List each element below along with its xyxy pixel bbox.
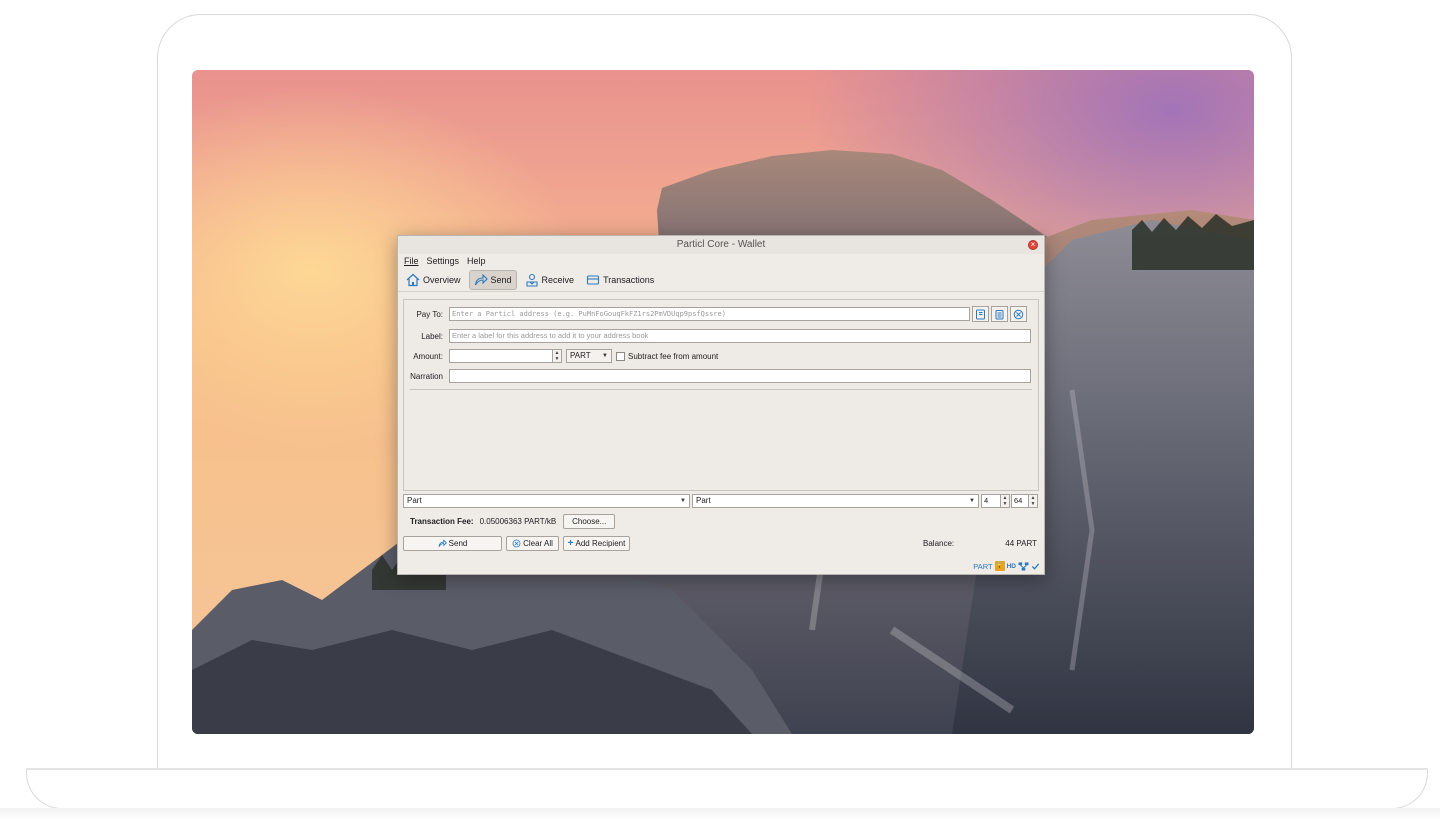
tab-transactions-label: Transactions <box>603 274 655 285</box>
hd-badge: HD <box>1006 562 1016 570</box>
tab-overview[interactable]: Overview <box>402 270 465 290</box>
remove-circle-icon <box>1013 309 1024 319</box>
from-type-select[interactable]: Part ▼ <box>403 494 690 508</box>
amount-label: Amount: <box>413 351 443 361</box>
add-recipient-button[interactable]: + Add Recipient <box>563 536 630 551</box>
chevron-down-icon: ▼ <box>680 498 686 504</box>
inputs-per-sig-input[interactable]: 64 <box>1011 494 1029 508</box>
send-button[interactable]: Send <box>403 536 502 551</box>
narration-label: Narration <box>410 371 443 381</box>
receive-icon <box>525 273 538 287</box>
tab-transactions[interactable]: Transactions <box>582 270 658 290</box>
home-icon <box>406 273 420 286</box>
status-bar: PART 🔒 HD <box>973 561 1040 571</box>
amount-input[interactable] <box>449 349 553 363</box>
status-unit[interactable]: PART <box>973 562 992 571</box>
chevron-down-icon: ▼ <box>602 353 608 359</box>
amount-row: Amount: ▲ ▼ PART ▼ Subtract fee from amou… <box>404 348 718 364</box>
laptop-hinge <box>26 768 1428 770</box>
ring-size-spinner[interactable]: ▲ ▼ <box>1001 494 1010 508</box>
remove-recipient-button[interactable] <box>1010 306 1027 322</box>
close-button[interactable]: × <box>1028 240 1038 250</box>
choose-fee-button[interactable]: Choose... <box>563 513 616 529</box>
menu-help[interactable]: Help <box>467 256 486 266</box>
unit-select-value: PART <box>570 351 591 360</box>
tab-receive-label: Receive <box>541 274 575 285</box>
label-label: Label: <box>421 331 443 341</box>
action-row: Send Clear All + Add Recipient Balance: … <box>403 535 1039 552</box>
entry-divider <box>410 389 1032 390</box>
floor-shadow <box>0 808 1440 821</box>
wallet-window: Particl Core - Wallet × File Settings He… <box>397 235 1045 575</box>
amount-spinner[interactable]: ▲ ▼ <box>553 349 562 363</box>
main-toolbar: Overview Send Receive Transactions <box>398 268 1044 292</box>
narration-row: Narration <box>404 368 1031 384</box>
lock-icon[interactable]: 🔒 <box>994 561 1005 571</box>
address-book-button[interactable] <box>972 306 989 322</box>
window-title: Particl Core - Wallet <box>676 239 766 250</box>
from-type-value: Part <box>407 496 422 505</box>
choose-fee-label: Choose... <box>572 516 607 526</box>
plus-icon: + <box>567 538 574 549</box>
menu-bar: File Settings Help <box>398 254 1044 268</box>
menu-file[interactable]: File <box>404 256 419 266</box>
card-icon <box>587 274 600 285</box>
fee-value: 0.05006363 PART/kB <box>479 516 557 526</box>
type-selector-strip: Part ▼ Part ▼ 4 ▲ ▼ 64 ▲ ▼ <box>403 494 1039 509</box>
clear-all-label: Clear All <box>523 539 553 548</box>
subtract-fee-checkbox[interactable] <box>616 351 625 361</box>
unit-select[interactable]: PART ▼ <box>566 349 612 363</box>
subtract-fee-label: Subtract fee from amount <box>628 351 719 361</box>
tab-send-label: Send <box>490 274 512 285</box>
fee-row: Transaction Fee: 0.05006363 PART/kB Choo… <box>403 511 1039 531</box>
laptop-mockup: Particl Core - Wallet × File Settings He… <box>0 0 1440 821</box>
pay-to-input[interactable]: Enter a Particl address (e.g. PuMnFoGouq… <box>449 307 970 321</box>
narration-input[interactable] <box>449 369 1031 383</box>
address-book-icon <box>976 309 985 319</box>
send-button-label: Send <box>448 539 468 548</box>
label-input[interactable]: Enter a label for this address to add it… <box>449 329 1031 343</box>
balance-value: 44 PART <box>1005 539 1037 548</box>
ring-size-input[interactable]: 4 <box>981 494 1001 508</box>
laptop-base <box>26 769 1428 809</box>
paste-button[interactable] <box>991 306 1008 322</box>
tab-receive[interactable]: Receive <box>521 270 579 290</box>
chevron-down-icon: ▼ <box>969 498 975 504</box>
send-arrow-icon <box>474 273 488 285</box>
network-icon[interactable] <box>1018 561 1029 571</box>
send-arrow-icon <box>438 539 447 547</box>
title-bar[interactable]: Particl Core - Wallet × <box>398 236 1044 254</box>
fee-label: Transaction Fee: <box>410 516 474 526</box>
add-recipient-label: Add Recipient <box>575 539 626 548</box>
tab-send[interactable]: Send <box>468 269 517 290</box>
inputs-per-sig-spinner[interactable]: ▲ ▼ <box>1029 494 1038 508</box>
to-type-value: Part <box>696 496 711 505</box>
label-row: Label: Enter a label for this address to… <box>404 328 1031 344</box>
clear-circle-icon <box>512 539 521 548</box>
send-entry-panel: Pay To: Enter a Particl address (e.g. Pu… <box>403 299 1039 491</box>
menu-settings[interactable]: Settings <box>427 256 460 266</box>
clear-all-button[interactable]: Clear All <box>506 536 559 551</box>
balance-label: Balance: <box>923 539 955 548</box>
synced-check-icon[interactable] <box>1031 562 1040 571</box>
pay-to-label: Pay To: <box>416 309 443 319</box>
clipboard-icon <box>995 309 1004 319</box>
pay-to-row: Pay To: Enter a Particl address (e.g. Pu… <box>404 306 1027 322</box>
to-type-select[interactable]: Part ▼ <box>692 494 979 508</box>
tab-overview-label: Overview <box>423 274 461 285</box>
